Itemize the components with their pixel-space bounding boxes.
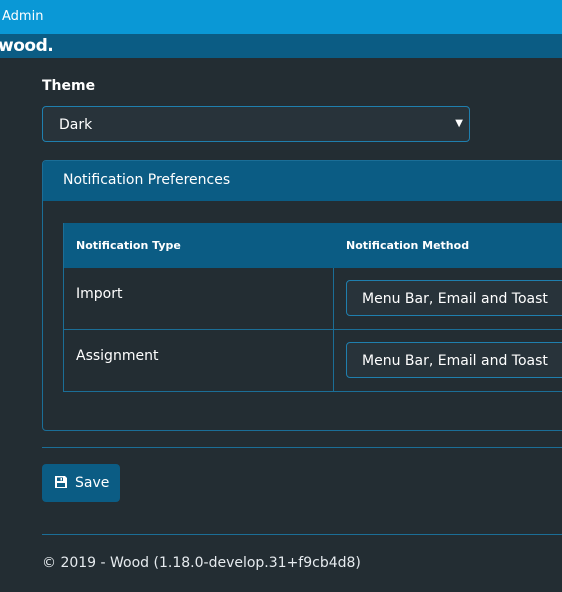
column-header-type: Notification Type (76, 239, 181, 252)
notification-type-cell: Assignment (76, 348, 159, 364)
notification-method-value: Menu Bar, Email and Toast (362, 353, 548, 369)
notification-method-select[interactable]: Menu Bar, Email and Toast (346, 342, 562, 378)
notification-table: Notification Type Notification Method Im… (63, 223, 562, 392)
table-header: Notification Type Notification Method (64, 223, 562, 268)
divider (42, 447, 562, 448)
column-header-method: Notification Method (346, 239, 470, 252)
notification-method-select[interactable]: Menu Bar, Email and Toast (346, 280, 562, 316)
floppy-disk-icon (55, 476, 67, 488)
panel-header: Notification Preferences (43, 161, 562, 201)
brand-bar: wood. (0, 34, 562, 58)
dropdown-caret-icon: ▼ (455, 118, 463, 129)
table-row: Assignment Menu Bar, Email and Toast (64, 330, 562, 392)
footer-copyright: © 2019 - Wood (1.18.0-develop.31+f9cb4d8… (42, 555, 361, 571)
column-divider (333, 330, 334, 391)
save-button[interactable]: Save (42, 464, 120, 502)
top-navigation-bar: Admin (0, 0, 562, 34)
wood-logo[interactable]: wood. (0, 36, 54, 56)
admin-menu-link[interactable]: Admin (2, 9, 43, 24)
theme-label: Theme (42, 78, 96, 94)
divider (42, 534, 562, 535)
notification-method-value: Menu Bar, Email and Toast (362, 291, 548, 307)
table-row: Import Menu Bar, Email and Toast (64, 268, 562, 330)
notification-type-cell: Import (76, 286, 123, 302)
save-button-label: Save (75, 475, 110, 491)
notification-preferences-panel: Notification Preferences Notification Ty… (42, 160, 562, 431)
theme-selected-value: Dark (59, 117, 93, 133)
column-divider (333, 268, 334, 329)
theme-select[interactable]: Dark ▼ (42, 106, 470, 142)
panel-title: Notification Preferences (63, 172, 231, 188)
